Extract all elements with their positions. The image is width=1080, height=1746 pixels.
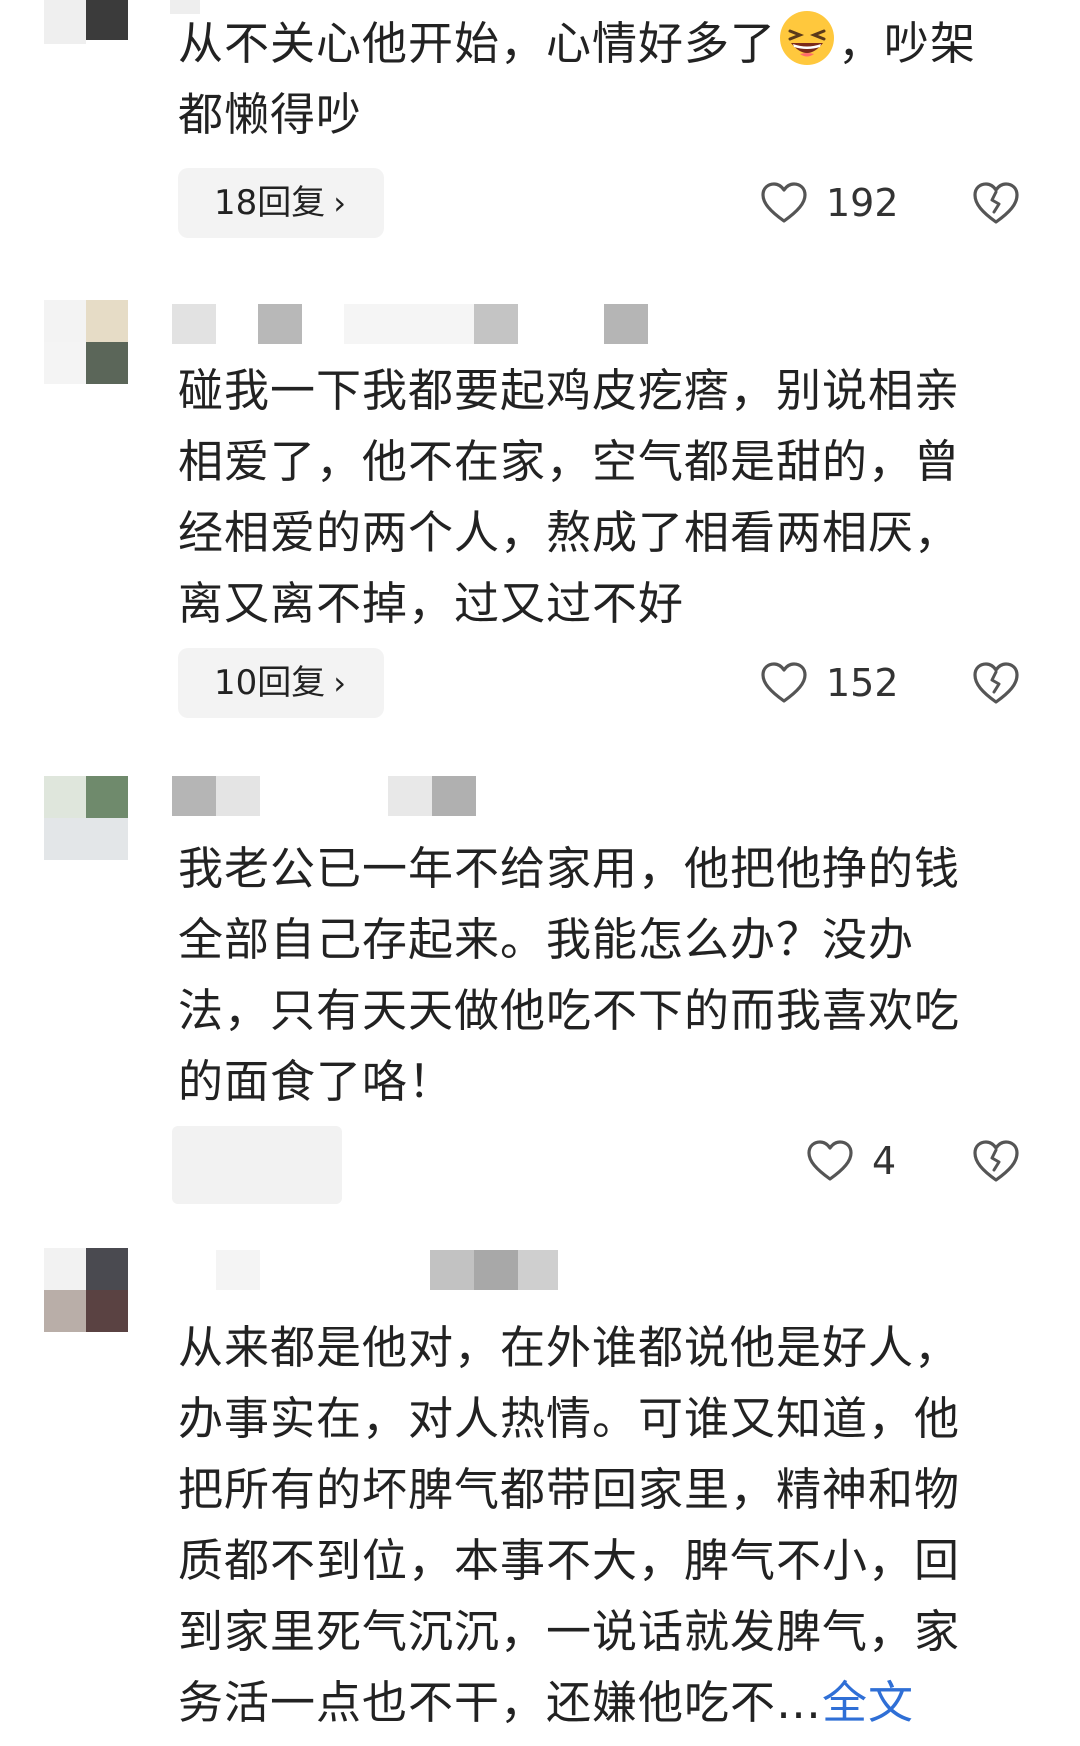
broken-heart-icon[interactable] (972, 180, 1020, 228)
reply-count-label: 18回复 (214, 183, 326, 223)
comment-text: 我老公已一年不给家用，他把他挣的钱 全部自己存起来。我能怎么办？没办 法，只有天… (178, 842, 961, 1108)
reply-area-blurred (172, 1126, 342, 1204)
grinning-squinting-face-emoji (780, 11, 835, 65)
like-count: 4 (872, 1139, 897, 1183)
like-button[interactable]: 4 (806, 1126, 896, 1196)
like-count: 192 (826, 181, 899, 225)
expand-full-text-link[interactable]: 全文 (822, 1676, 914, 1729)
heart-outline-icon (807, 1140, 853, 1181)
avatar[interactable] (44, 300, 128, 384)
like-button[interactable]: 152 (760, 648, 899, 718)
chevron-right-icon: › (333, 664, 347, 702)
comment-item: 从不关心他开始，心情好多了 ，吵架 都懒得吵 18回复 › 192 (0, 0, 1080, 240)
avatar[interactable] (44, 1248, 128, 1332)
reply-count-button[interactable]: 10回复 › (178, 648, 384, 718)
broken-heart-icon[interactable] (972, 660, 1020, 708)
chevron-right-icon: › (333, 184, 347, 222)
username-blurred[interactable] (172, 304, 216, 344)
comment-text: 从不关心他开始，心情好多了 ，吵架 都懒得吵 (178, 8, 1038, 150)
reply-count-button[interactable]: 18回复 › (178, 168, 384, 238)
comment-text: 从来都是他对，在外谁都说他是好人， 办事实在，对人热情。可谁又知道，他 把所有的… (178, 1321, 961, 1729)
avatar[interactable] (44, 776, 128, 860)
username-blurred[interactable] (172, 776, 216, 816)
heart-outline-icon (761, 662, 807, 703)
avatar[interactable] (44, 0, 128, 44)
username-blurred[interactable] (216, 1250, 260, 1290)
reply-count-label: 10回复 (214, 663, 326, 703)
heart-outline-icon (761, 182, 807, 223)
like-button[interactable]: 192 (760, 168, 899, 238)
like-count: 152 (826, 661, 899, 705)
comment-text: 碰我一下我都要起鸡皮疙瘩，别说相亲 相爱了，他不在家，空气都是甜的，曾 经相爱的… (178, 364, 961, 630)
broken-heart-icon[interactable] (972, 1138, 1020, 1186)
